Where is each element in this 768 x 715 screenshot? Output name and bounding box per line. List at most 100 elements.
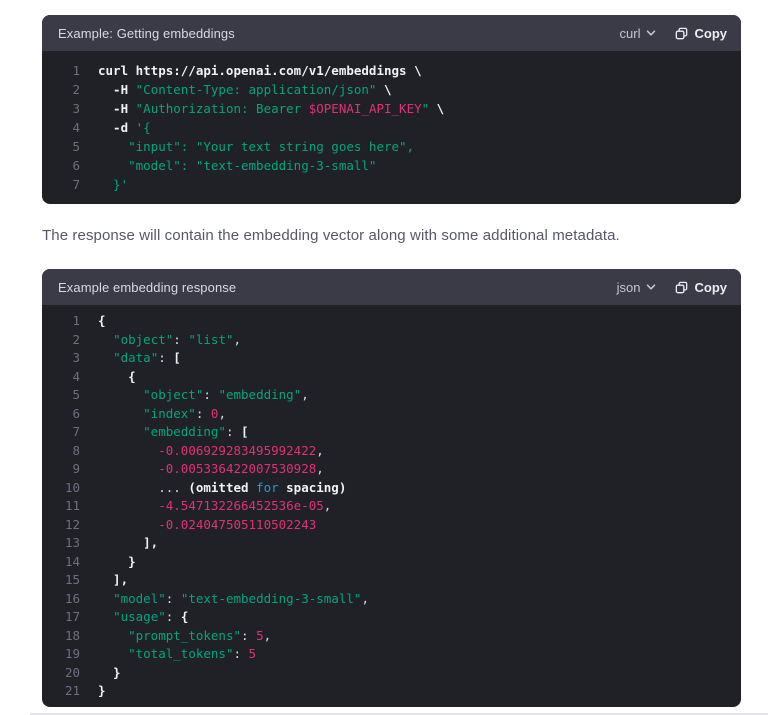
code-line: 2 "object": "list", xyxy=(58,331,725,350)
language-dropdown-label: curl xyxy=(619,25,641,41)
code-line: 8 -0.006929283495992422, xyxy=(58,442,725,461)
code-text: "object": "list", xyxy=(113,331,242,347)
code-line: 10 ... (omitted for spacing) xyxy=(58,479,725,498)
code-text: -d '{ xyxy=(98,120,151,135)
code-block-title: Example: Getting embeddings xyxy=(58,25,235,41)
line-number: 17 xyxy=(64,609,80,624)
code-line: 15 ], xyxy=(58,571,725,590)
line-number: 4 xyxy=(72,120,80,135)
line-number: 4 xyxy=(72,368,80,384)
code-text: { xyxy=(98,313,106,328)
copy-button[interactable]: Copy xyxy=(674,25,728,41)
body-text: The response will contain the embedding … xyxy=(42,227,620,244)
line-number: 20 xyxy=(64,664,80,680)
code-content: 1{2 "object": "list", 3 "data": [4 {5 "ob… xyxy=(42,305,741,707)
code-line: 14 } xyxy=(58,553,725,572)
code-text: } xyxy=(98,664,121,680)
line-number: 1 xyxy=(72,63,80,78)
section-divider xyxy=(30,712,768,715)
code-line: 13 ], xyxy=(58,534,725,553)
code-content: 1 curl https://api.openai.com/v1/embeddin… xyxy=(42,51,741,204)
code-text: } xyxy=(98,683,106,698)
line-number: 12 xyxy=(64,516,80,532)
code-text: curl https://api.openai.com/v1/embedding… xyxy=(98,63,422,78)
code-text: "model": "text-embedding-3-small", xyxy=(113,590,369,606)
code-block-header: Example: Getting embeddings curl Copy xyxy=(42,15,741,51)
copy-button-label: Copy xyxy=(694,279,728,295)
code-line: 7 "embedding": [ xyxy=(58,423,725,442)
code-line: 18 "prompt_tokens": 5, xyxy=(58,627,725,646)
line-number: 5 xyxy=(72,387,80,402)
code-text: } xyxy=(98,553,136,569)
line-number: 19 xyxy=(64,646,80,661)
code-line: 4 { xyxy=(58,368,725,387)
copy-icon xyxy=(674,280,689,295)
code-text: -H "Authorization: Bearer $OPENAI_API_KE… xyxy=(98,101,445,116)
line-number: 7 xyxy=(72,424,80,439)
code-text: "embedding": [ xyxy=(143,424,249,439)
line-number: 14 xyxy=(64,553,80,569)
language-dropdown[interactable]: curl xyxy=(620,26,656,41)
code-block-embedding-response: Example embedding response json Copy 1{2… xyxy=(42,269,741,707)
line-number: 6 xyxy=(72,405,80,421)
line-number: 2 xyxy=(72,331,80,347)
code-text: -0.005336422007530928, xyxy=(158,461,324,476)
language-dropdown[interactable]: json xyxy=(617,280,656,295)
code-text: "total_tokens": 5 xyxy=(128,646,257,661)
code-line: 21} xyxy=(58,682,725,701)
code-line: 17 "usage": { xyxy=(58,608,725,627)
code-text: "model": "text-embedding-3-small" xyxy=(98,158,377,173)
code-line: 6 "model": "text-embedding-3-small" xyxy=(58,156,725,175)
line-number: 11 xyxy=(64,498,80,513)
line-number: 9 xyxy=(72,461,80,476)
code-line: 1{ xyxy=(58,312,725,331)
code-text: "prompt_tokens": 5, xyxy=(128,627,272,643)
line-number: 1 xyxy=(72,313,80,328)
code-line: 16 "model": "text-embedding-3-small", xyxy=(58,590,725,609)
code-block-header: Example embedding response json Copy xyxy=(42,269,741,305)
line-number: 5 xyxy=(72,139,80,154)
code-text: -H "Content-Type: application/json" \ xyxy=(98,82,392,97)
line-number: 10 xyxy=(64,479,80,495)
code-line: 5 "object": "embedding", xyxy=(58,386,725,405)
code-text: "input": "Your text string goes here", xyxy=(98,139,415,154)
code-line: 1 curl https://api.openai.com/v1/embeddin… xyxy=(58,61,725,80)
code-text: ], xyxy=(98,572,129,587)
copy-button[interactable]: Copy xyxy=(674,279,728,295)
code-line: 6 "index": 0, xyxy=(58,405,725,424)
code-block-title: Example embedding response xyxy=(58,279,237,295)
line-number: 21 xyxy=(64,683,80,698)
code-text: ], xyxy=(98,535,159,550)
line-number: 18 xyxy=(64,627,80,643)
code-line: 7 }' xyxy=(58,175,725,194)
code-text: -4.547132266452536e-05, xyxy=(158,498,332,513)
docs-page: Example: Getting embeddings curl Copy 1 c… xyxy=(0,0,768,715)
code-line: 20 } xyxy=(58,664,725,683)
code-text: { xyxy=(98,368,136,384)
code-text: "usage": { xyxy=(113,609,189,624)
code-line: 12 -0.024047505110502243 xyxy=(58,516,725,535)
line-number: 3 xyxy=(72,101,80,116)
code-text: "data": [ xyxy=(113,350,181,365)
code-text: "object": "embedding", xyxy=(143,387,309,402)
copy-button-label: Copy xyxy=(694,25,728,41)
code-text: }' xyxy=(98,177,129,192)
code-line: 9 -0.005336422007530928, xyxy=(58,460,725,479)
code-line: 5 "input": "Your text string goes here", xyxy=(58,137,725,156)
code-line: 4 -d '{ xyxy=(58,118,725,137)
line-number: 7 xyxy=(72,177,80,192)
code-block-getting-embeddings: Example: Getting embeddings curl Copy 1 c… xyxy=(42,15,741,204)
code-line: 11 -4.547132266452536e-05, xyxy=(58,497,725,516)
code-text: -0.006929283495992422, xyxy=(158,442,324,458)
chevron-down-icon xyxy=(646,283,656,291)
code-text: ... (omitted for spacing) xyxy=(98,479,347,495)
copy-icon xyxy=(674,26,689,41)
line-number: 13 xyxy=(64,535,80,550)
code-line: 3 "data": [ xyxy=(58,349,725,368)
language-dropdown-label: json xyxy=(616,279,641,295)
code-line: 19 "total_tokens": 5 xyxy=(58,645,725,664)
code-line: 2 -H "Content-Type: application/json" \ xyxy=(58,80,725,99)
line-number: 3 xyxy=(72,350,80,365)
code-text: -0.024047505110502243 xyxy=(158,516,317,532)
code-line: 3 -H "Authorization: Bearer $OPENAI_API_… xyxy=(58,99,725,118)
